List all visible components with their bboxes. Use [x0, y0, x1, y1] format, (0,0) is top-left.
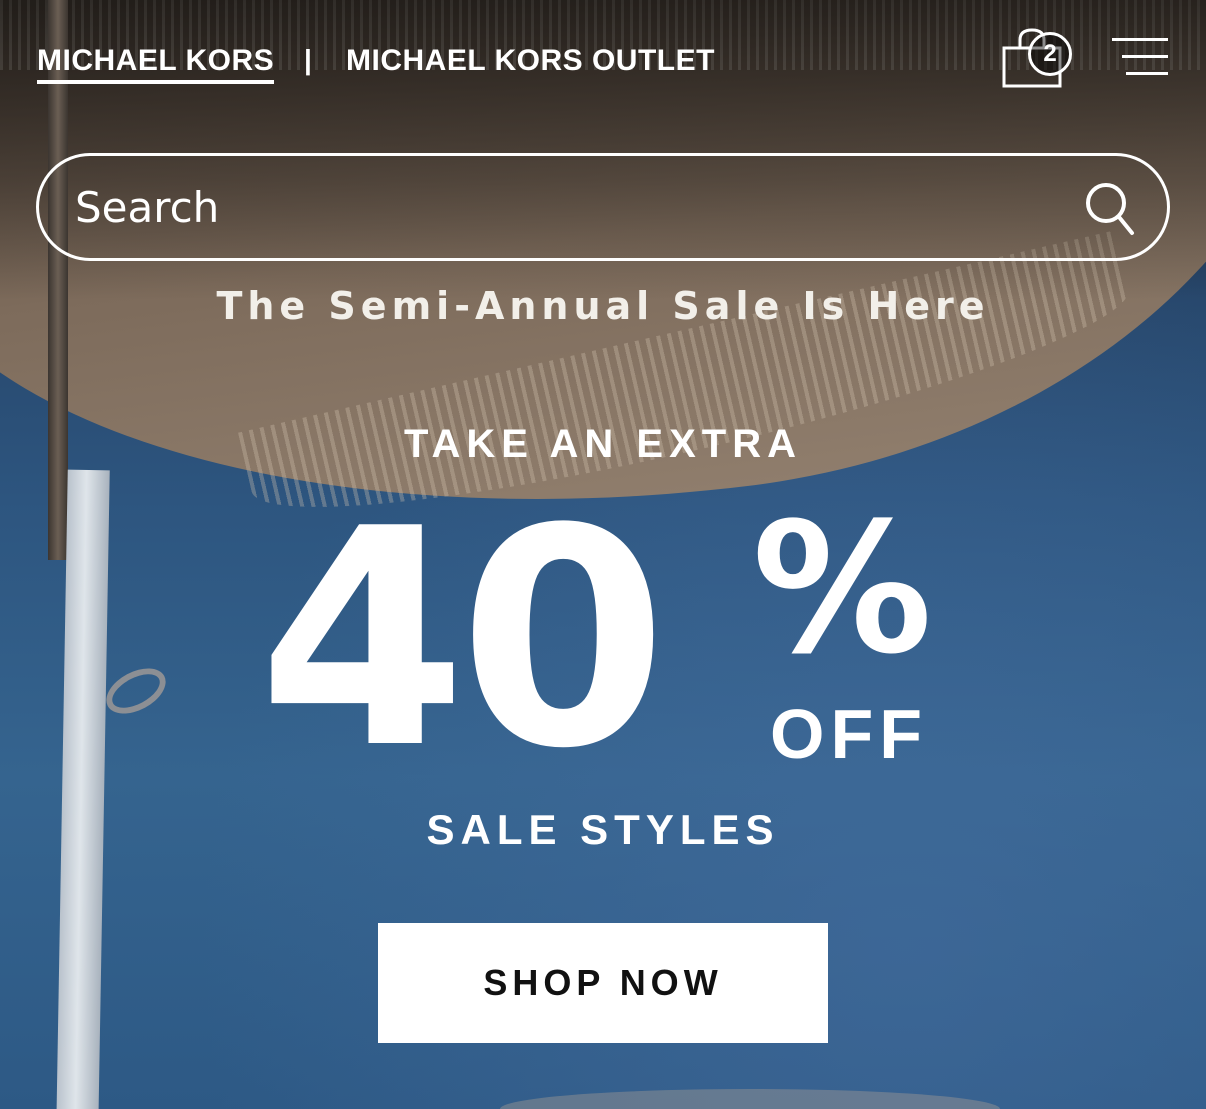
hamburger-menu-button[interactable] [1112, 38, 1168, 76]
search-icon[interactable] [1084, 181, 1136, 237]
umbrella-pole [56, 469, 110, 1109]
brand-link-michael-kors-outlet[interactable]: MICHAEL KORS OUTLET [346, 44, 715, 78]
hamburger-menu-icon-line-1 [1112, 38, 1168, 41]
shop-now-button[interactable]: SHOP NOW [378, 923, 828, 1043]
promo-off-label: OFF [770, 695, 928, 773]
brand-link-michael-kors[interactable]: MICHAEL KORS [37, 44, 275, 84]
search-bar [36, 153, 1170, 261]
site-header: MICHAEL KORS | MICHAEL KORS OUTLET 2 [0, 0, 1206, 130]
umbrella-pole-knob [98, 659, 174, 723]
beach-sand [500, 1089, 1000, 1109]
brand-separator: | [304, 44, 312, 75]
promo-take-extra: TAKE AN EXTRA [404, 422, 802, 466]
shopping-bag-button[interactable]: 2 [1002, 28, 1080, 92]
bag-count-badge: 2 [1028, 32, 1072, 76]
sale-announcement: The Semi-Annual Sale Is Here [216, 284, 990, 328]
hamburger-menu-icon-line-3 [1126, 72, 1168, 75]
search-input[interactable] [75, 174, 1035, 240]
hamburger-menu-icon-line-2 [1122, 55, 1168, 58]
promo-sale-styles: SALE STYLES [426, 806, 780, 853]
promo-discount-number: 40 [258, 465, 667, 814]
promo-percent-sign: % [752, 485, 933, 694]
